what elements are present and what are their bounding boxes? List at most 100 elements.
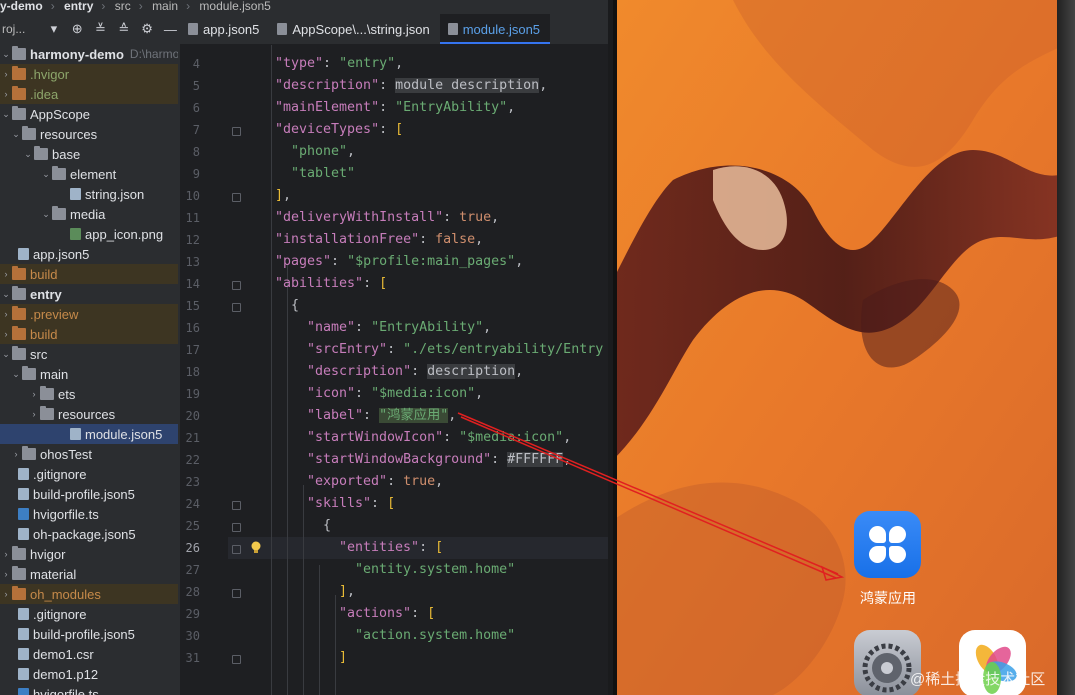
tree-item[interactable]: .gitignore	[0, 464, 178, 484]
code-line[interactable]: "label": "鸿蒙应用",	[307, 405, 456, 427]
chevron-right-icon[interactable]: ›	[28, 409, 40, 419]
code-line[interactable]: "phone",	[291, 141, 355, 163]
code-line[interactable]: "mainElement": "EntryAbility",	[275, 97, 515, 119]
tree-item[interactable]: string.json	[0, 184, 178, 204]
tree-item[interactable]: build-profile.json5	[0, 484, 178, 504]
code-line[interactable]: "pages": "$profile:main_pages",	[275, 251, 523, 273]
tree-item[interactable]: › hvigor	[0, 544, 178, 564]
tree-item[interactable]: hvigorfile.ts	[0, 684, 178, 695]
chevron-down-icon[interactable]: ⌄	[22, 149, 34, 160]
tree-item[interactable]: › build	[0, 264, 178, 284]
chevron-right-icon[interactable]: ›	[28, 389, 40, 399]
harmony-app-icon[interactable]	[854, 511, 921, 578]
code-editor[interactable]: "type": "entry", "description": module de…	[228, 45, 608, 695]
fold-icon[interactable]	[232, 127, 241, 136]
tree-item[interactable]: app_icon.png	[0, 224, 178, 244]
code-line[interactable]: "entities": [	[339, 537, 443, 559]
code-line[interactable]: "name": "EntryAbility",	[307, 317, 491, 339]
fold-icon[interactable]	[232, 523, 241, 532]
chevron-down-icon[interactable]: ⌄	[40, 169, 52, 180]
tree-item[interactable]: module.json5	[0, 424, 178, 444]
tree-item[interactable]: ⌄ media	[0, 204, 178, 224]
chevron-down-icon[interactable]: ⌄	[10, 369, 22, 380]
tree-item[interactable]: › .idea	[0, 84, 178, 104]
code-line[interactable]: "description": module description,	[275, 75, 547, 97]
breadcrumb-main[interactable]: main	[152, 0, 178, 13]
tree-item[interactable]: app.json5	[0, 244, 178, 264]
chevron-right-icon[interactable]: ›	[0, 329, 12, 339]
code-line[interactable]: "skills": [	[307, 493, 395, 515]
tree-item[interactable]: › material	[0, 564, 178, 584]
code-line[interactable]: {	[291, 295, 299, 317]
code-line[interactable]: "startWindowBackground": #FFFFFF,	[307, 449, 571, 471]
fold-icon[interactable]	[232, 589, 241, 598]
breadcrumb-file[interactable]: module.json5	[199, 0, 270, 13]
code-line[interactable]: "exported": true,	[307, 471, 443, 493]
code-line[interactable]: "installationFree": false,	[275, 229, 483, 251]
chevron-down-icon[interactable]: ⌄	[0, 109, 12, 120]
lightbulb-icon[interactable]	[251, 541, 261, 553]
project-panel-title[interactable]: roj...	[2, 22, 38, 36]
chevron-right-icon[interactable]: ›	[0, 309, 12, 319]
tree-item[interactable]: build-profile.json5	[0, 624, 178, 644]
tree-item[interactable]: ⌄ harmony-demo D:\harmonyC	[0, 44, 178, 64]
expand-all-icon[interactable]: ≚	[93, 21, 108, 37]
tree-item[interactable]: › build	[0, 324, 178, 344]
fold-icon[interactable]	[232, 281, 241, 290]
fold-icon[interactable]	[232, 303, 241, 312]
chevron-down-icon[interactable]: ⌄	[0, 49, 12, 60]
code-line[interactable]: "deliveryWithInstall": true,	[275, 207, 499, 229]
locate-icon[interactable]: ⊕	[70, 21, 85, 37]
tree-item[interactable]: ⌄ base	[0, 144, 178, 164]
tree-item[interactable]: › ets	[0, 384, 178, 404]
tree-item[interactable]: hvigorfile.ts	[0, 504, 178, 524]
chevron-right-icon[interactable]: ›	[0, 589, 12, 599]
tree-item[interactable]: demo1.csr	[0, 644, 178, 664]
chevron-down-icon[interactable]: ⌄	[0, 349, 12, 360]
tree-item[interactable]: ⌄ element	[0, 164, 178, 184]
code-line[interactable]: ],	[275, 185, 291, 207]
fold-icon[interactable]	[232, 501, 241, 510]
breadcrumb-src[interactable]: src	[115, 0, 131, 13]
tree-item[interactable]: › oh_modules	[0, 584, 178, 604]
tree-item[interactable]: › .hvigor	[0, 64, 178, 84]
chevron-right-icon[interactable]: ›	[0, 69, 12, 79]
code-line[interactable]: "description": description,	[307, 361, 523, 383]
code-line[interactable]: "entity.system.home"	[355, 559, 515, 581]
tree-item[interactable]: › resources	[0, 404, 178, 424]
app-label[interactable]: 鸿蒙应用	[844, 588, 932, 608]
gear-icon[interactable]: ⚙	[139, 21, 154, 37]
code-line[interactable]: "deviceTypes": [	[275, 119, 403, 141]
tree-item[interactable]: ⌄ resources	[0, 124, 178, 144]
tree-item[interactable]: › ohosTest	[0, 444, 178, 464]
code-line[interactable]: {	[323, 515, 331, 537]
chevron-right-icon[interactable]: ›	[0, 549, 12, 559]
chevron-down-icon[interactable]: ⌄	[0, 289, 12, 300]
tree-item[interactable]: ⌄ AppScope	[0, 104, 178, 124]
fold-icon[interactable]	[232, 545, 241, 554]
tab-string-json[interactable]: AppScope\...\string.json	[269, 14, 439, 44]
code-line[interactable]: ]	[339, 647, 347, 669]
minimize-icon[interactable]: —	[163, 21, 178, 37]
code-line[interactable]: "startWindowIcon": "$media:icon",	[307, 427, 571, 449]
code-line[interactable]: "tablet"	[291, 163, 355, 185]
code-line[interactable]: "abilities": [	[275, 273, 387, 295]
code-line[interactable]: "icon": "$media:icon",	[307, 383, 483, 405]
chevron-right-icon[interactable]: ›	[0, 269, 12, 279]
chevron-right-icon[interactable]: ›	[10, 449, 22, 459]
tree-item[interactable]: › .preview	[0, 304, 178, 324]
tree-item[interactable]: .gitignore	[0, 604, 178, 624]
code-line[interactable]: "action.system.home"	[355, 625, 515, 647]
fold-icon[interactable]	[232, 193, 241, 202]
tree-item[interactable]: ⌄ entry	[0, 284, 178, 304]
tab-module-json5[interactable]: module.json5	[439, 14, 551, 44]
tree-item[interactable]: demo1.p12	[0, 664, 178, 684]
fold-icon[interactable]	[232, 655, 241, 664]
tab-app-json5[interactable]: app.json5	[180, 14, 269, 44]
chevron-down-icon[interactable]: ⌄	[40, 209, 52, 220]
breadcrumb-module[interactable]: entry	[64, 0, 93, 13]
breadcrumb-project[interactable]: y-demo	[0, 0, 43, 13]
code-line[interactable]: ],	[339, 581, 355, 603]
code-line[interactable]: "actions": [	[339, 603, 435, 625]
chevron-right-icon[interactable]: ›	[0, 89, 12, 99]
